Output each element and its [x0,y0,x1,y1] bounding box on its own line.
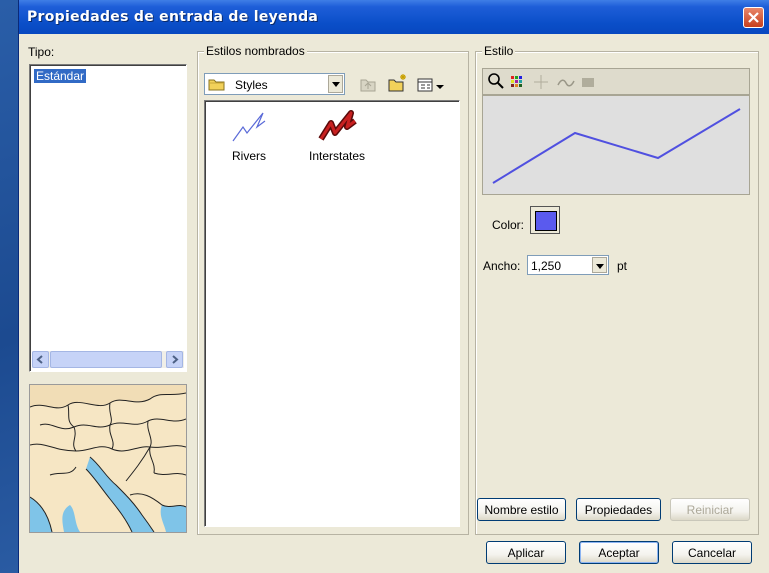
reiniciar-button[interactable]: Reiniciar [670,498,750,521]
tipo-hscrollbar[interactable] [32,351,184,368]
aplicar-button[interactable]: Aplicar [486,541,566,564]
scroll-thumb[interactable] [50,351,162,368]
estilo-toolbar [482,68,750,95]
scroll-right-button[interactable] [166,351,183,368]
propiedades-button[interactable]: Propiedades [576,498,661,521]
estilo-group-label: Estilo [482,44,516,58]
interstates-line-icon [318,110,357,141]
title-bar[interactable]: Propiedades de entrada de leyenda [19,0,769,34]
preview-line [492,108,741,184]
style-item-interstates[interactable]: Interstates [301,107,373,167]
style-item-label: Interstates [308,149,366,163]
crosshair-icon[interactable] [533,74,549,90]
tipo-item-estandar[interactable]: Estándar [32,68,88,84]
rivers-line-icon [232,112,266,142]
styles-list[interactable]: Rivers Interstates [204,100,460,527]
new-folder-icon[interactable] [387,73,409,93]
tipo-label: Tipo: [28,45,55,59]
folder-icon [208,79,225,91]
style-item-label: Rivers [231,149,266,163]
color-swatch-button[interactable] [530,206,560,234]
style-item-rivers[interactable]: Rivers [219,107,279,167]
line-style-icon[interactable] [557,76,575,90]
europe-map-image [30,385,186,532]
palette-icon[interactable] [510,75,524,89]
dropdown-arrow-icon[interactable] [328,75,343,93]
estilos-group-label: Estilos nombrados [204,44,307,58]
view-menu-icon[interactable] [417,77,447,95]
styles-folder-value: Styles [235,78,268,92]
styles-folder-dropdown[interactable]: Styles [204,73,345,95]
aceptar-button[interactable]: Aceptar [579,541,659,564]
tipo-list[interactable]: Estándar [29,64,187,372]
ancho-value: 1,250 [531,259,562,273]
dialog-title: Propiedades de entrada de leyenda [27,9,319,25]
style-preview [482,95,750,195]
arrow-right-icon [172,355,179,364]
up-folder-icon[interactable] [359,76,377,94]
color-label: Color: [492,218,525,232]
close-icon [748,12,759,23]
close-button[interactable] [743,7,764,28]
scroll-left-button[interactable] [32,351,49,368]
zoom-icon[interactable] [487,72,505,90]
ancho-combobox[interactable]: 1,250 [527,255,609,275]
map-preview [29,384,187,533]
dropdown-arrow-icon[interactable] [592,257,607,273]
nombre-estilo-button[interactable]: Nombre estilo [477,498,566,521]
color-swatch [535,211,557,231]
arrow-left-icon [36,355,43,364]
ancho-label: Ancho: [483,259,521,273]
dialog-window: Propiedades de entrada de leyenda Tipo: … [18,0,769,573]
fill-icon[interactable] [581,77,595,89]
cancelar-button[interactable]: Cancelar [672,541,752,564]
ancho-unit: pt [617,259,628,273]
